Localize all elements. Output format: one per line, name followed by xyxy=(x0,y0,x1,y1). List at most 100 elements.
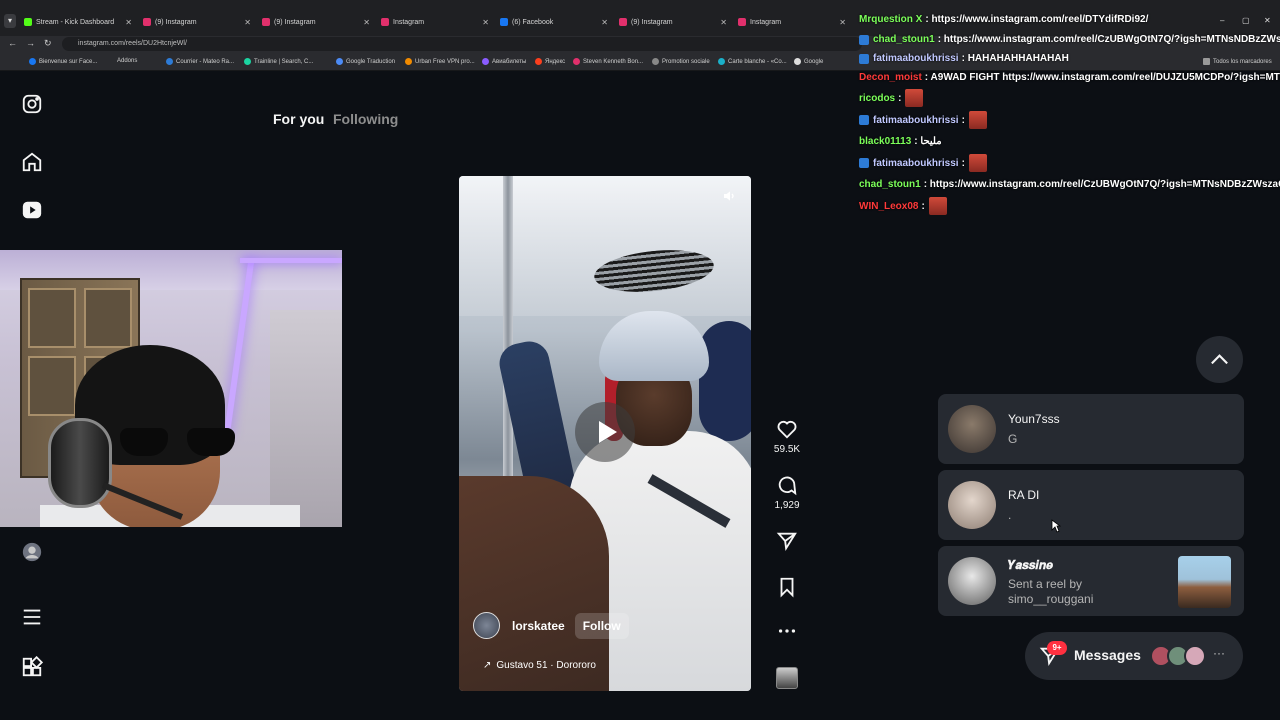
close-icon[interactable]: ✕ xyxy=(601,18,608,27)
tab-label: (9) Instagram xyxy=(155,18,197,26)
bookmark-site-icon xyxy=(718,58,725,65)
author-username[interactable]: lorskatee xyxy=(512,619,565,633)
reel-video[interactable]: lorskatee Follow ↗ Gustavo 51 · Dorororo xyxy=(459,176,751,691)
instagram-icon xyxy=(262,18,270,26)
close-icon[interactable]: ✕ xyxy=(839,18,846,27)
forward-icon[interactable]: → xyxy=(26,38,35,48)
save-button[interactable] xyxy=(775,576,799,603)
instagram-logo-icon[interactable] xyxy=(21,93,43,115)
bookmark-label: Urban Free VPN pro... xyxy=(415,58,475,65)
audio-label: Gustavo 51 · Dorororo xyxy=(496,660,596,671)
close-icon[interactable]: ✕ xyxy=(125,18,132,27)
maximize-icon[interactable]: ▢ xyxy=(1242,16,1250,25)
dm-preview: G xyxy=(1008,432,1018,446)
author-avatar[interactable] xyxy=(473,612,500,639)
bookmark-item[interactable]: Google Traduction xyxy=(336,58,395,65)
bookmark-site-icon xyxy=(652,58,659,65)
dm-conversation[interactable]: RA DI . xyxy=(938,470,1244,540)
home-icon[interactable] xyxy=(21,151,43,173)
profile-avatar[interactable] xyxy=(21,541,43,563)
bookmark-item[interactable]: Addons xyxy=(117,58,137,64)
browser-tab[interactable]: (9) Instagram ✕ xyxy=(619,14,729,30)
browser-tab[interactable]: (9) Instagram ✕ xyxy=(262,14,372,30)
video-frame-arm xyxy=(459,476,609,691)
close-window-icon[interactable]: ✕ xyxy=(1264,16,1271,25)
cabinet-pane xyxy=(84,288,132,348)
bookmark-item[interactable]: Яндекс xyxy=(535,58,565,65)
chat-badge-icon xyxy=(859,53,869,64)
instagram-icon xyxy=(738,18,746,26)
chat-message: chad_stoun1 : https://www.instagram.com/… xyxy=(859,179,1280,190)
bookmark-item[interactable]: Trainline | Search, C... xyxy=(244,58,313,65)
browser-tab[interactable]: (9) Instagram ✕ xyxy=(143,14,253,30)
chat-message: ricodos : xyxy=(859,89,924,107)
tab-following[interactable]: Following xyxy=(333,111,398,127)
tab-for-you[interactable]: For you xyxy=(273,111,324,127)
share-button[interactable] xyxy=(775,530,799,557)
browser-tab[interactable]: (6) Facebook ✕ xyxy=(500,14,610,30)
chat-badge-icon xyxy=(859,158,869,168)
tab-list-chevron-icon[interactable]: ▾ xyxy=(4,14,16,28)
tab-label: (9) Instagram xyxy=(631,18,673,26)
chat-message: fatimaaboukhrissi : HAHAHAHHAHAHAH xyxy=(859,53,1069,64)
more-options-icon[interactable]: ··· xyxy=(1213,646,1225,660)
all-bookmarks[interactable]: Todos los marcadores xyxy=(1203,58,1272,65)
dm-name: Youn7sss xyxy=(1008,412,1060,426)
yandex-icon xyxy=(535,58,542,65)
bookmark-item[interactable]: Courrier - Mateo Ra... xyxy=(166,58,234,65)
messages-avatars xyxy=(1150,645,1206,667)
reload-icon[interactable]: ↻ xyxy=(44,38,52,49)
audio-thumbnail[interactable] xyxy=(776,667,798,689)
dm-preview: simo__rouggani xyxy=(1008,592,1094,606)
close-icon[interactable]: ✕ xyxy=(244,18,251,27)
messages-button[interactable]: 9+ Messages ··· xyxy=(1025,632,1243,680)
bookmark-item[interactable]: Google xyxy=(794,58,823,65)
streamer-webcam xyxy=(0,250,342,527)
bookmark-item[interactable]: Авиабилеты xyxy=(482,58,526,65)
browser-tab-active[interactable]: Instagram ✕ xyxy=(738,14,848,30)
bookmark-item[interactable]: Bienvenue sur Face... xyxy=(29,58,97,65)
close-icon[interactable]: ✕ xyxy=(720,18,727,27)
video-frame-person xyxy=(699,321,751,441)
google-icon xyxy=(794,58,801,65)
close-icon[interactable]: ✕ xyxy=(363,18,370,27)
dm-name: 𝒀𝒂𝒔𝒔𝒊𝒏𝒆 xyxy=(1008,558,1054,572)
dm-conversation[interactable]: 𝒀𝒂𝒔𝒔𝒊𝒏𝒆 Sent a reel by simo__rouggani xyxy=(938,546,1244,616)
browser-tab[interactable]: Stream - Kick Dashboard ✕ xyxy=(24,14,134,30)
dm-conversation[interactable]: Youn7sss G xyxy=(938,394,1244,464)
like-button[interactable] xyxy=(775,418,799,445)
browser-tab[interactable]: Instagram ✕ xyxy=(381,14,491,30)
bookmark-item[interactable]: Steven Kenneth Bon... xyxy=(573,58,643,65)
scroll-up-button[interactable] xyxy=(1196,336,1243,383)
chat-text: : A9WAD FIGHT https://www.instagram.com/… xyxy=(924,72,1280,83)
chat-username: WIN_Leox08 xyxy=(859,200,919,212)
chat-username: ricodos xyxy=(859,92,896,104)
chat-username: fatimaaboukhrissi xyxy=(873,114,959,126)
reel-audio[interactable]: ↗ Gustavo 51 · Dorororo xyxy=(483,660,596,671)
bookmark-label: Авиабилеты xyxy=(492,58,527,65)
dm-preview: . xyxy=(1008,508,1012,522)
avatar xyxy=(1184,645,1206,667)
comment-button[interactable] xyxy=(775,474,799,501)
volume-icon[interactable] xyxy=(722,188,738,204)
bookmark-site-icon xyxy=(482,58,489,65)
trainline-icon xyxy=(244,58,251,65)
chat-username: chad_stoun1 xyxy=(859,179,921,190)
close-icon[interactable]: ✕ xyxy=(482,18,489,27)
menu-icon[interactable] xyxy=(21,606,43,628)
minimize-icon[interactable]: – xyxy=(1220,16,1224,25)
back-icon[interactable]: ← xyxy=(8,38,17,48)
bookmark-item[interactable]: Urban Free VPN pro... xyxy=(405,58,475,65)
play-button[interactable] xyxy=(575,402,635,462)
bookmark-item[interactable]: Carte blanche - «Co... xyxy=(718,58,787,65)
more-options-icon[interactable] xyxy=(775,620,799,647)
bookmark-label: Google xyxy=(804,58,824,65)
dm-reel-thumbnail[interactable] xyxy=(1178,556,1231,608)
bookmark-item[interactable]: Promotion sociale xyxy=(652,58,710,65)
url-field[interactable]: instagram.com/reels/DU2HtcnjeWl/ xyxy=(62,37,862,51)
follow-button[interactable]: Follow xyxy=(574,612,629,639)
more-apps-icon[interactable] xyxy=(21,655,44,678)
chat-text: : مليحا xyxy=(914,136,942,147)
chat-text: : https://www.instagram.com/reel/CzUBWgO… xyxy=(923,179,1280,190)
reels-icon[interactable] xyxy=(21,199,43,221)
